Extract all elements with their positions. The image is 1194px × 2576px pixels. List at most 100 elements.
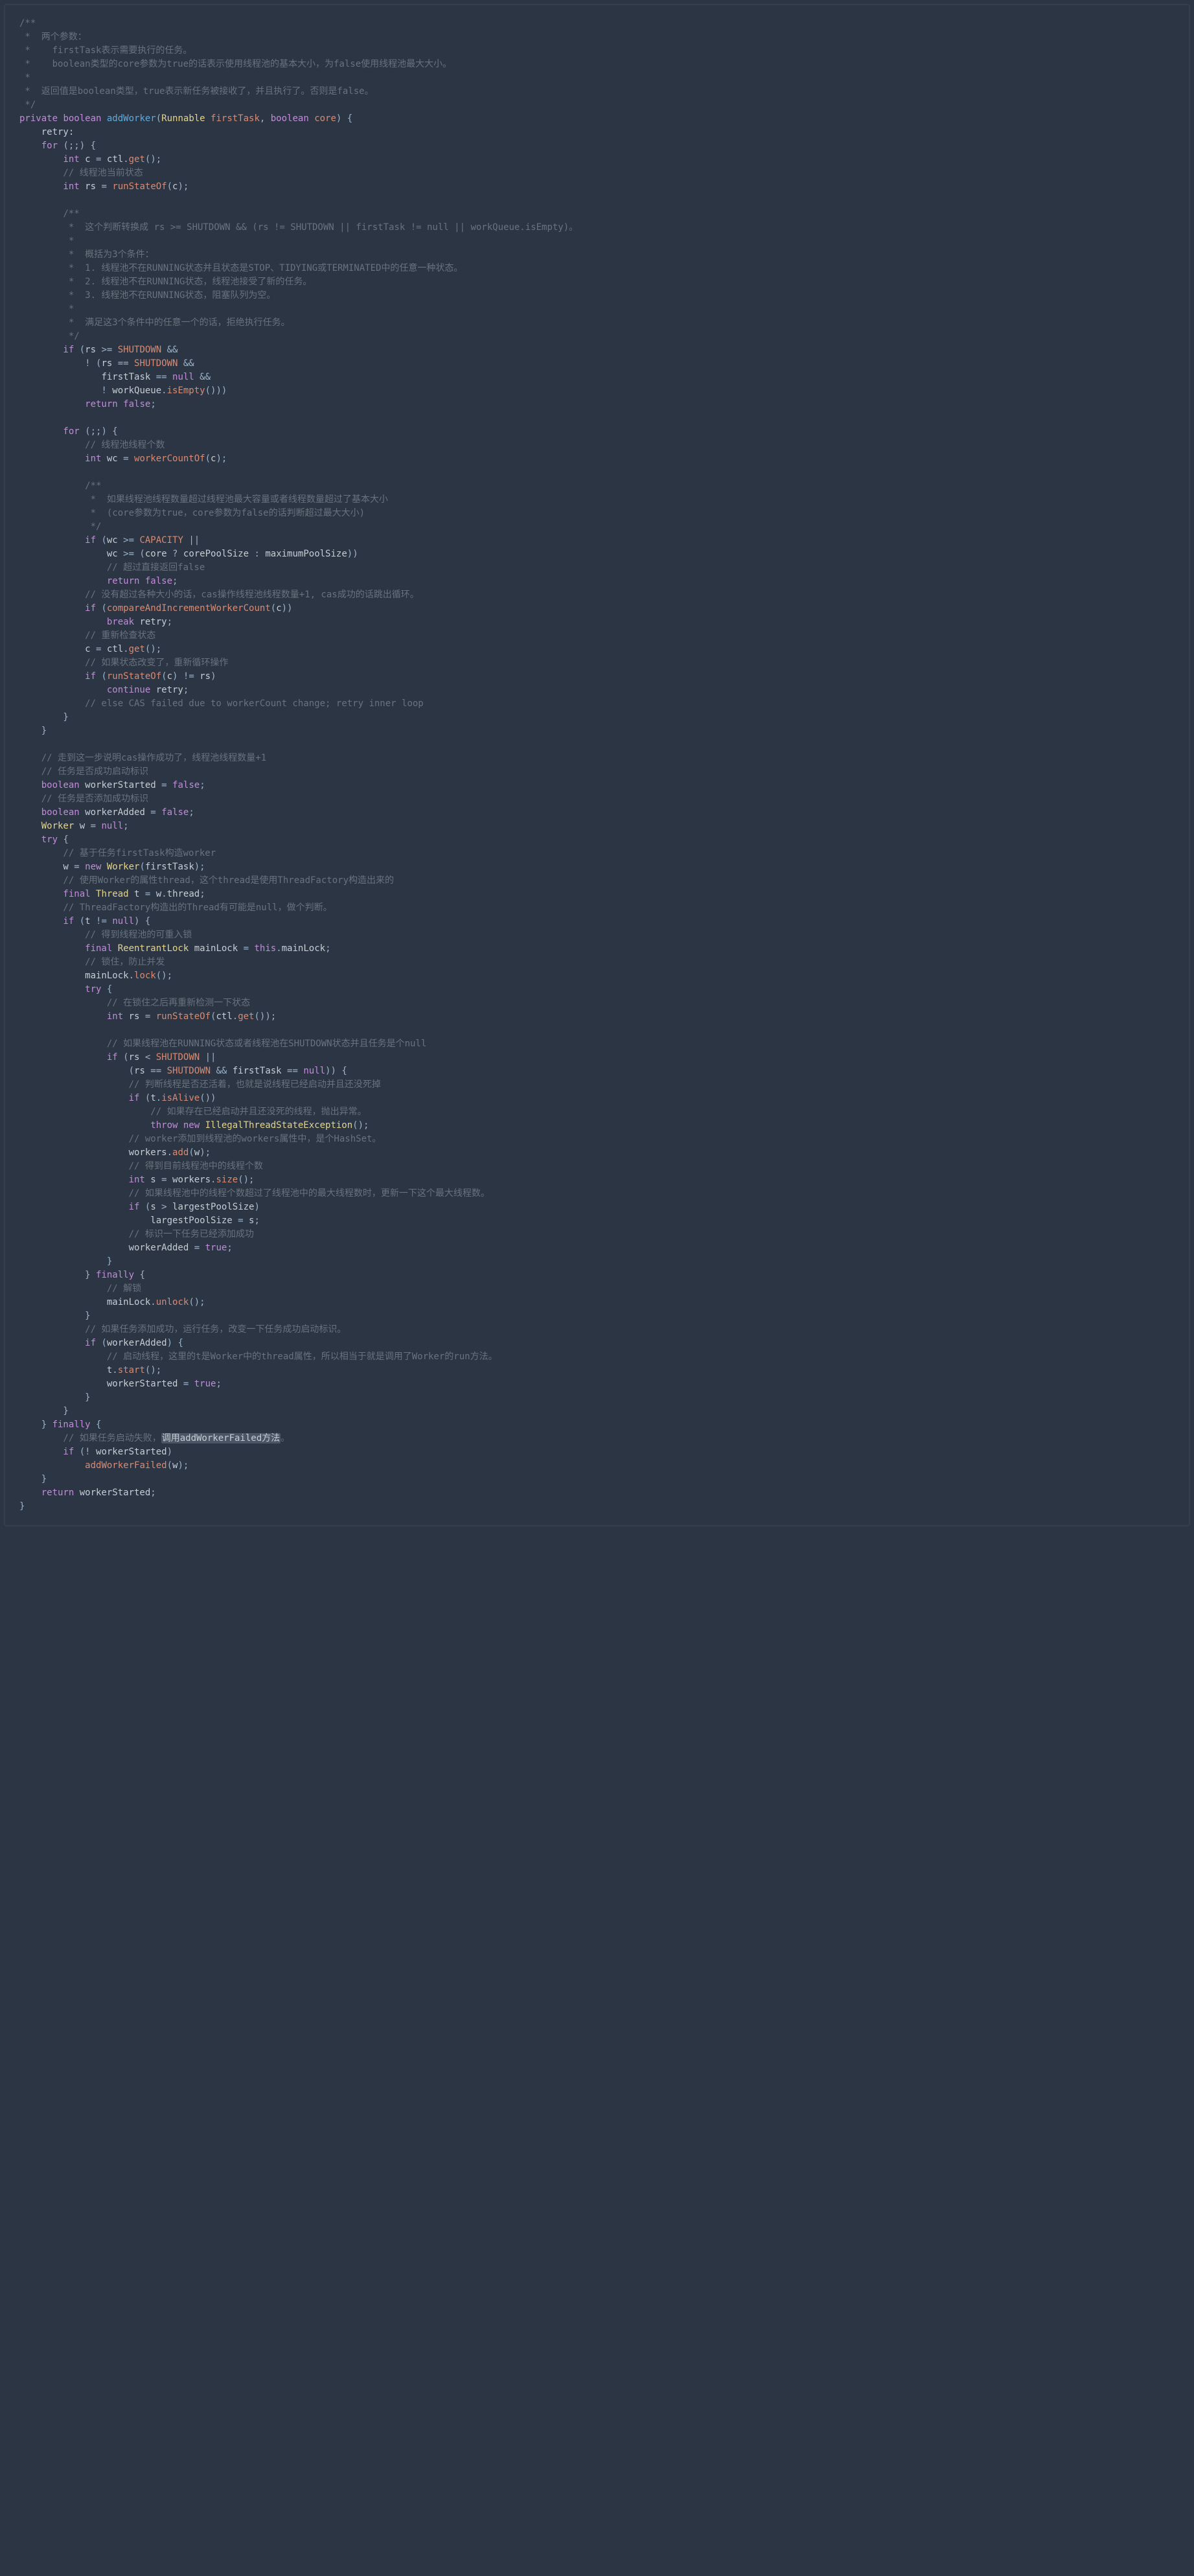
token-id: mainLock xyxy=(19,971,129,981)
token-id: firstTask xyxy=(233,1066,282,1076)
token-kw: try xyxy=(19,834,63,845)
token-id: ctl xyxy=(107,154,123,165)
token-id: c xyxy=(276,603,281,614)
token-id: workerAdded xyxy=(107,1338,167,1348)
token-lb: retry: xyxy=(19,127,74,137)
token-op: . xyxy=(161,889,166,899)
token-op: )) xyxy=(282,603,293,614)
token-id: wc xyxy=(107,535,118,546)
token-op: ( xyxy=(101,535,106,546)
token-kw: if xyxy=(19,1052,123,1063)
token-op: = xyxy=(69,862,85,872)
token-op: ; xyxy=(150,399,155,409)
token-kw: int xyxy=(19,181,85,192)
token-kw: if xyxy=(19,1338,101,1348)
token-cm: // 锁住，防止并发 xyxy=(19,957,165,967)
token-kw: if xyxy=(19,603,101,614)
token-id: rs xyxy=(85,345,96,355)
token-ty: Worker xyxy=(107,862,140,872)
token-cm: // 任务是否添加成功标识 xyxy=(19,794,148,804)
token-op: ; xyxy=(189,807,194,818)
token-id: workerStarted xyxy=(107,1379,178,1389)
token-op: ) { xyxy=(336,113,352,124)
token-op: ( xyxy=(123,1052,128,1063)
token-op: . xyxy=(129,971,134,981)
token-cl: runStateOf xyxy=(107,671,161,682)
token-id: c xyxy=(19,644,91,654)
token-ty: Thread xyxy=(96,889,134,899)
token-op: >= xyxy=(96,345,118,355)
token-id: rs xyxy=(200,671,211,682)
token-cm: /** * 两个参数： * firstTask表示需要执行的任务。 * bool… xyxy=(19,18,452,110)
token-op: . xyxy=(123,154,128,165)
token-op: . xyxy=(150,1297,155,1307)
token-ty: IllegalThreadStateException xyxy=(205,1120,353,1131)
token-op: ); xyxy=(200,1147,211,1158)
token-id: mainLock xyxy=(19,1297,150,1307)
token-mn: addWorker xyxy=(107,113,156,124)
token-cm: // 得到目前线程池中的线程个数 xyxy=(19,1161,263,1171)
token-kc: null xyxy=(303,1066,325,1076)
code-block: /** * 两个参数： * firstTask表示需要执行的任务。 * bool… xyxy=(4,4,1190,1526)
token-id: t xyxy=(150,1093,155,1103)
token-op: ( xyxy=(189,1147,194,1158)
token-op: ; xyxy=(172,576,178,586)
token-kw: int xyxy=(19,1011,129,1022)
token-kc: false xyxy=(123,399,150,409)
token-kw: int xyxy=(19,1175,150,1185)
token-id: workQueue xyxy=(112,385,161,396)
token-id: core xyxy=(145,549,167,559)
token-pr: firstTask xyxy=(211,113,260,124)
token-op: = xyxy=(145,807,161,818)
token-kw: final xyxy=(19,889,96,899)
token-op: ( xyxy=(167,1460,172,1471)
token-op: ( xyxy=(101,671,106,682)
token-id: rs xyxy=(129,1011,140,1022)
token-op: ( xyxy=(80,345,85,355)
token-id: w xyxy=(194,1147,200,1158)
token-kw: break xyxy=(19,617,139,627)
token-op: = xyxy=(178,1379,194,1389)
token-kc: true xyxy=(194,1379,216,1389)
token-cl: get xyxy=(238,1011,254,1022)
token-cm: 。 xyxy=(281,1433,290,1443)
token-cm: // 如果状态改变了，重新循环操作 xyxy=(19,658,228,668)
token-kw: return xyxy=(19,576,145,586)
token-op: ; xyxy=(123,821,128,831)
token-cl: lock xyxy=(134,971,156,981)
token-op: = xyxy=(238,943,254,954)
token-op: . xyxy=(233,1011,238,1022)
token-id: t xyxy=(85,916,90,926)
token-cm: // 基于任务firstTask构造worker xyxy=(19,848,216,858)
token-kc: false xyxy=(172,780,200,790)
token-cm: // 没有超过各种大小的话，cas操作线程池线程数量+1, cas成功的话跳出循… xyxy=(19,590,419,600)
token-op: )) xyxy=(347,549,358,559)
token-op: ; xyxy=(167,617,172,627)
token-op: )) { xyxy=(325,1066,347,1076)
token-op: ( xyxy=(80,916,85,926)
token-op: , xyxy=(260,113,271,124)
token-cm: // 线程池当前状态 xyxy=(19,168,143,178)
token-op: ; xyxy=(200,780,205,790)
token-kw: return xyxy=(19,1488,80,1498)
token-cm: // 标识一下任务已经添加成功 xyxy=(19,1229,254,1239)
token-op: } xyxy=(19,1270,96,1280)
token-lb: retry xyxy=(139,617,166,627)
token-op: (); xyxy=(352,1120,369,1131)
token-op: (); xyxy=(145,154,161,165)
token-op: . xyxy=(156,1093,161,1103)
token-op: = xyxy=(139,1011,155,1022)
token-kw: return xyxy=(19,399,123,409)
token-ty: Runnable xyxy=(161,113,211,124)
token-kc: null xyxy=(112,916,134,926)
token-ty: ReentrantLock xyxy=(118,943,194,954)
token-kc: null xyxy=(101,821,123,831)
token-op: (); xyxy=(156,971,172,981)
token-op: >= xyxy=(118,535,140,546)
token-id: s xyxy=(150,1202,155,1212)
token-cl: size xyxy=(216,1175,238,1185)
token-cm: // 判断线程是否还活着，也就是说线程已经启动并且还没死掉 xyxy=(19,1079,381,1090)
token-cl: get xyxy=(129,154,145,165)
token-cl: start xyxy=(118,1365,145,1375)
token-cm: // 如果任务启动失败， xyxy=(19,1433,161,1443)
